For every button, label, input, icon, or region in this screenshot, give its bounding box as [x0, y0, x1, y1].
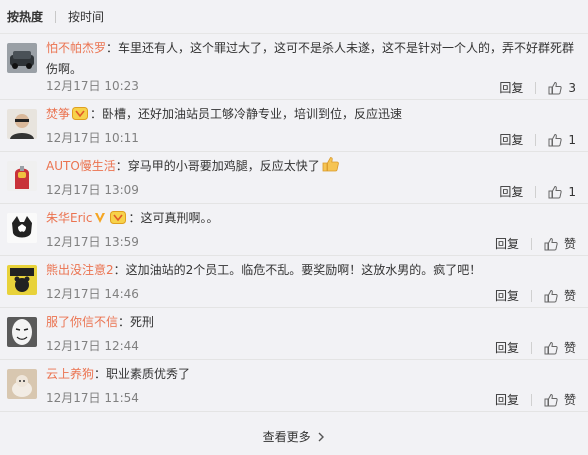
like-button[interactable]: 赞 [544, 391, 576, 408]
sort-tabs: 按热度 按时间 [0, 0, 588, 34]
thumbs-up-emoji [322, 156, 340, 179]
action-divider [535, 133, 537, 146]
action-divider [530, 341, 532, 354]
comment-text: ：卧槽，还好加油站员工够冷静专业，培训到位，反应迅速 [90, 107, 403, 121]
comment-content: AUTO慢生活：穿马甲的小哥要加鸡腿，反应太快了 [46, 156, 576, 179]
like-button[interactable]: 1 [548, 185, 576, 199]
comment-username[interactable]: 熊出没注意2 [46, 263, 114, 277]
thumbs-up-icon [544, 341, 558, 354]
comment-time: 12月17日 12:44 [46, 339, 139, 353]
comment-text: ：车里还有人，这个罪过大了，这可不是杀人未遂，这不是针对一个人的，弄不好群死群伤… [46, 41, 575, 76]
like-button[interactable]: 赞 [544, 339, 576, 356]
comment-actions: 回复 1 [499, 183, 576, 200]
action-divider [530, 289, 532, 302]
avatar[interactable] [7, 213, 37, 243]
comment-text: ：这可真刑啊。。 [128, 211, 219, 225]
like-count: 1 [568, 184, 576, 199]
thumbs-up-icon [548, 81, 563, 94]
thumbs-up-icon [544, 393, 558, 406]
like-button[interactable]: 3 [548, 81, 576, 95]
like-label: 赞 [563, 289, 576, 303]
comment-text: ：穿马甲的小哥要加鸡腿，反应太快了 [115, 159, 320, 173]
comment-content: 云上养狗：职业素质优秀了 [46, 364, 576, 385]
comment-username[interactable]: 朱华Eric [46, 211, 92, 225]
comment-item: AUTO慢生活：穿马甲的小哥要加鸡腿，反应太快了 12月17日 13:09 回复… [0, 152, 588, 204]
comment-text: ：职业素质优秀了 [94, 367, 191, 381]
comment-time: 12月17日 13:59 [46, 235, 139, 249]
view-more-link[interactable]: 查看更多 [0, 428, 588, 445]
comment-time: 12月17日 13:09 [46, 183, 139, 197]
action-divider [530, 237, 532, 250]
comment-actions: 回复 3 [499, 79, 576, 96]
comment-content: 熊出没注意2：这加油站的2个员工。临危不乱。要奖励啊！这放水男的。疯了吧！ [46, 260, 576, 281]
comment-list: 怕不帕杰罗：车里还有人，这个罪过大了，这可不是杀人未遂，这不是针对一个人的，弄不… [0, 34, 588, 412]
comment-actions: 回复 赞 [495, 339, 576, 356]
like-count: 3 [568, 80, 576, 95]
comment-username[interactable]: AUTO慢生活 [46, 159, 116, 173]
comment-item: 云上养狗：职业素质优秀了 12月17日 11:54 回复 赞 [0, 360, 588, 412]
comment-actions: 回复 赞 [495, 391, 576, 408]
comment-text: ：这加油站的2个员工。临危不乱。要奖励啊！这放水男的。疯了吧！ [113, 263, 482, 277]
avatar[interactable] [7, 369, 37, 399]
reply-button[interactable]: 回复 [495, 391, 519, 408]
comment-username[interactable]: 怕不帕杰罗 [46, 41, 106, 55]
comment-actions: 回复 赞 [495, 287, 576, 304]
thumbs-up-icon [544, 289, 558, 302]
avatar[interactable] [7, 161, 37, 191]
reply-button[interactable]: 回复 [495, 287, 519, 304]
comment-time: 12月17日 11:54 [46, 391, 139, 405]
comment-actions: 回复 1 [499, 131, 576, 148]
avatar[interactable] [7, 43, 37, 73]
tab-divider [55, 10, 57, 23]
tab-sort-time[interactable]: 按时间 [68, 8, 104, 25]
comment-time: 12月17日 10:23 [46, 79, 139, 93]
view-more-label: 查看更多 [262, 430, 311, 444]
comment-actions: 回复 赞 [495, 235, 576, 252]
like-label: 赞 [563, 341, 576, 355]
action-divider [535, 81, 537, 94]
like-label: 赞 [563, 393, 576, 407]
comment-item: 熊出没注意2：这加油站的2个员工。临危不乱。要奖励啊！这放水男的。疯了吧！ 12… [0, 256, 588, 308]
reply-button[interactable]: 回复 [495, 339, 519, 356]
comment-content: 服了你信不信：死刑 [46, 312, 576, 333]
action-divider [535, 185, 537, 198]
like-label: 赞 [563, 237, 576, 251]
comment-username[interactable]: 焚筝 [46, 107, 70, 121]
chevron-right-icon [318, 432, 325, 442]
comment-text: ：死刑 [118, 315, 155, 329]
tab-sort-hot[interactable]: 按热度 [7, 8, 43, 25]
reply-button[interactable]: 回复 [499, 183, 523, 200]
comment-content: 朱华Eric ：这可真刑啊。。 [46, 208, 576, 231]
reply-button[interactable]: 回复 [499, 79, 523, 96]
thumbs-up-icon [544, 237, 558, 250]
thumbs-up-icon [548, 185, 563, 198]
comment-item: 朱华Eric ：这可真刑啊。。 12月17日 13:59 回复 赞 [0, 204, 588, 256]
avatar[interactable] [7, 317, 37, 347]
like-count: 1 [568, 132, 576, 147]
comment-content: 怕不帕杰罗：车里还有人，这个罪过大了，这可不是杀人未遂，这不是针对一个人的，弄不… [46, 38, 576, 80]
reply-button[interactable]: 回复 [495, 235, 519, 252]
member-badge-icon [110, 210, 127, 231]
thumbs-up-icon [548, 133, 563, 146]
avatar[interactable] [7, 109, 37, 139]
member-badge-icon [72, 106, 89, 127]
comment-item: 怕不帕杰罗：车里还有人，这个罪过大了，这可不是杀人未遂，这不是针对一个人的，弄不… [0, 34, 588, 100]
comment-time: 12月17日 14:46 [46, 287, 139, 301]
comment-username[interactable]: 云上养狗 [46, 367, 94, 381]
comment-content: 焚筝 ：卧槽，还好加油站员工够冷静专业，培训到位，反应迅速 [46, 104, 576, 127]
comment-time: 12月17日 10:11 [46, 131, 139, 145]
like-button[interactable]: 赞 [544, 287, 576, 304]
action-divider [530, 393, 532, 406]
comment-item: 焚筝 ：卧槽，还好加油站员工够冷静专业，培训到位，反应迅速 12月17日 10:1… [0, 100, 588, 152]
avatar[interactable] [7, 265, 37, 295]
verified-v-icon [94, 210, 106, 231]
like-button[interactable]: 赞 [544, 235, 576, 252]
like-button[interactable]: 1 [548, 133, 576, 147]
comment-username[interactable]: 服了你信不信 [46, 315, 118, 329]
reply-button[interactable]: 回复 [499, 131, 523, 148]
comment-item: 服了你信不信：死刑 12月17日 12:44 回复 赞 [0, 308, 588, 360]
